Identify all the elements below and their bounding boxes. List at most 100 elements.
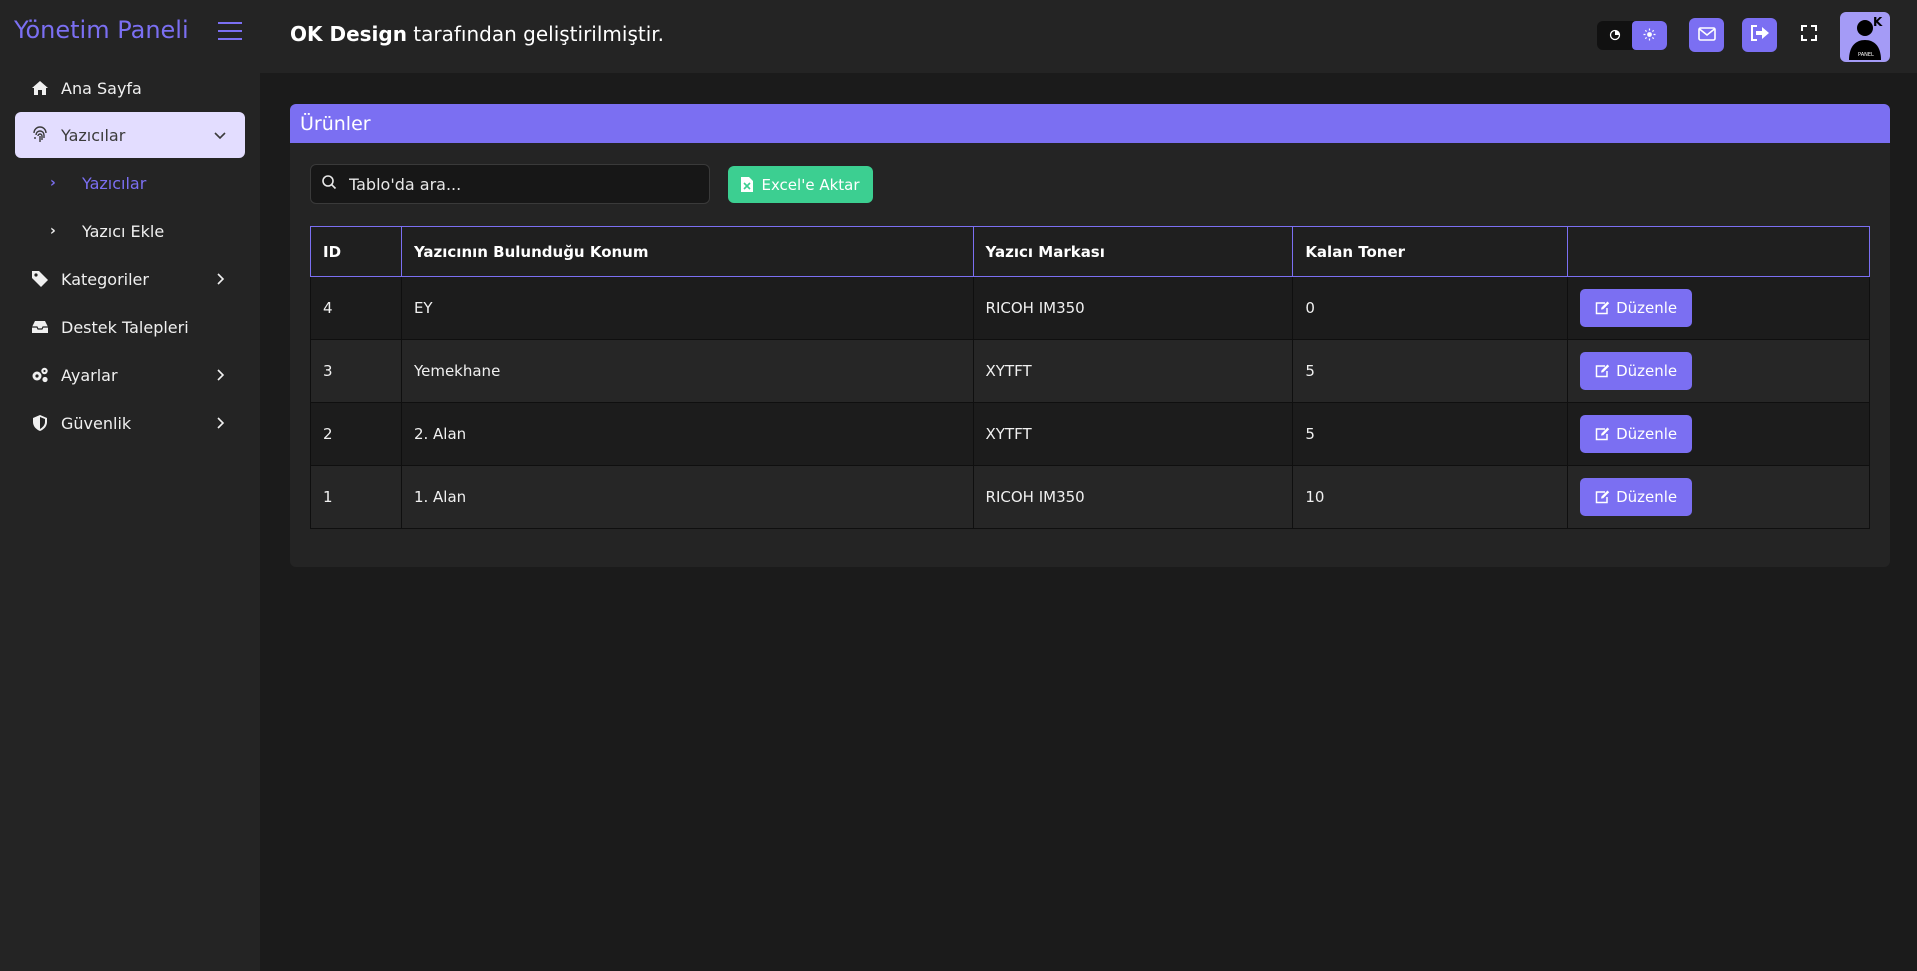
sidebar-subitem-label: Yazıcılar bbox=[82, 173, 147, 193]
edit-icon bbox=[1595, 490, 1610, 504]
cell-toner: 10 bbox=[1292, 465, 1569, 529]
cell-id: 2 bbox=[310, 402, 402, 466]
file-excel-icon bbox=[741, 177, 754, 192]
cell-brand: XYTFT bbox=[972, 402, 1294, 466]
chevron-right-icon bbox=[213, 415, 227, 429]
cell-id: 1 bbox=[310, 465, 402, 529]
edit-button[interactable]: Düzenle bbox=[1580, 415, 1693, 453]
moon-icon bbox=[1609, 26, 1621, 45]
brand-row: Yönetim Paneli bbox=[14, 12, 246, 50]
sidebar-item-label: Destek Talepleri bbox=[61, 317, 189, 337]
cell-toner: 5 bbox=[1292, 402, 1569, 466]
envelope-icon bbox=[1697, 26, 1716, 45]
chevron-down-icon bbox=[213, 127, 227, 141]
sun-icon bbox=[1643, 26, 1656, 45]
edit-button-label: Düzenle bbox=[1616, 299, 1678, 317]
cell-actions: Düzenle bbox=[1567, 465, 1870, 529]
logout-button[interactable] bbox=[1742, 18, 1777, 52]
edit-button[interactable]: Düzenle bbox=[1580, 478, 1693, 516]
table-row: 3 Yemekhane XYTFT 5 Düzenle bbox=[310, 339, 1870, 403]
sidebar-subitem-yazici-ekle[interactable]: › Yazıcı Ekle bbox=[50, 213, 240, 249]
sidebar-item-ayarlar[interactable]: Ayarlar bbox=[15, 352, 245, 398]
messages-button[interactable] bbox=[1689, 18, 1724, 52]
sidebar-item-destek-talepleri[interactable]: Destek Talepleri bbox=[15, 304, 245, 350]
sidebar-item-yazicilar[interactable]: Yazıcılar bbox=[15, 112, 245, 158]
top-header: OK Design tarafından geliştirilmiştir. K… bbox=[260, 0, 1917, 73]
edit-button-label: Düzenle bbox=[1616, 362, 1678, 380]
column-header-id[interactable]: ID bbox=[310, 226, 402, 277]
gears-icon bbox=[31, 366, 49, 384]
search-box[interactable] bbox=[310, 164, 710, 204]
products-card: Ürünler Excel'e Aktar ID Yazıcının Bulun… bbox=[290, 104, 1890, 567]
cell-location: EY bbox=[400, 276, 974, 340]
avatar[interactable]: K PANEL bbox=[1840, 12, 1890, 62]
column-header-brand[interactable]: Yazıcı Markası bbox=[972, 226, 1294, 277]
column-header-toner[interactable]: Kalan Toner bbox=[1292, 226, 1569, 277]
cell-actions: Düzenle bbox=[1567, 339, 1870, 403]
column-header-actions bbox=[1567, 226, 1870, 277]
cell-brand: RICOH IM350 bbox=[972, 465, 1294, 529]
table-row: 2 2. Alan XYTFT 5 Düzenle bbox=[310, 402, 1870, 466]
inbox-icon bbox=[31, 318, 49, 336]
table-row: 1 1. Alan RICOH IM350 10 Düzenle bbox=[310, 465, 1870, 529]
edit-icon bbox=[1595, 427, 1610, 441]
chevron-right-icon: › bbox=[50, 175, 56, 191]
chevron-right-icon bbox=[213, 367, 227, 381]
cell-id: 3 bbox=[310, 339, 402, 403]
sidebar-subitem-yazicilar[interactable]: › Yazıcılar bbox=[50, 165, 240, 201]
sidebar-item-ana-sayfa[interactable]: Ana Sayfa bbox=[15, 65, 245, 111]
edit-button[interactable]: Düzenle bbox=[1580, 352, 1693, 390]
fullscreen-button[interactable] bbox=[1796, 22, 1822, 48]
dark-mode-button[interactable] bbox=[1597, 21, 1632, 50]
header-brand: OK Design bbox=[290, 22, 407, 46]
edit-icon bbox=[1595, 364, 1610, 378]
cell-location: 1. Alan bbox=[400, 465, 974, 529]
sidebar-item-label: Ana Sayfa bbox=[61, 78, 142, 98]
edit-button-label: Düzenle bbox=[1616, 425, 1678, 443]
menu-toggle-icon[interactable] bbox=[218, 20, 242, 42]
expand-icon bbox=[1801, 25, 1817, 45]
header-credit: OK Design tarafından geliştirilmiştir. bbox=[290, 22, 664, 46]
sidebar-item-label: Güvenlik bbox=[61, 413, 132, 433]
sidebar-item-guvenlik[interactable]: Güvenlik bbox=[15, 400, 245, 446]
card-title: Ürünler bbox=[290, 104, 1890, 143]
cell-actions: Düzenle bbox=[1567, 276, 1870, 340]
sidebar: Yönetim Paneli Ana Sayfa Yazıcılar › Yaz… bbox=[0, 0, 260, 971]
column-header-location[interactable]: Yazıcının Bulunduğu Konum bbox=[400, 226, 974, 277]
brand-title: Yönetim Paneli bbox=[14, 16, 189, 44]
printers-table: ID Yazıcının Bulunduğu Konum Yazıcı Mark… bbox=[310, 226, 1870, 529]
export-excel-button[interactable]: Excel'e Aktar bbox=[728, 166, 873, 203]
sidebar-item-label: Kategoriler bbox=[61, 269, 149, 289]
sidebar-item-label: Ayarlar bbox=[61, 365, 118, 385]
shield-icon bbox=[31, 414, 49, 432]
sidebar-item-label: Yazıcılar bbox=[61, 125, 126, 145]
export-excel-label: Excel'e Aktar bbox=[761, 175, 860, 194]
sidebar-subitem-label: Yazıcı Ekle bbox=[82, 221, 165, 241]
table-row: 4 EY RICOH IM350 0 Düzenle bbox=[310, 276, 1870, 340]
edit-button[interactable]: Düzenle bbox=[1580, 289, 1693, 327]
search-input[interactable] bbox=[349, 174, 689, 194]
sign-out-icon bbox=[1750, 25, 1770, 45]
light-mode-button[interactable] bbox=[1632, 21, 1667, 50]
fingerprint-icon bbox=[31, 126, 49, 144]
theme-toggle[interactable] bbox=[1597, 21, 1667, 50]
cell-toner: 5 bbox=[1292, 339, 1569, 403]
cell-toner: 0 bbox=[1292, 276, 1569, 340]
cell-brand: XYTFT bbox=[972, 339, 1294, 403]
avatar-text: PANEL bbox=[1858, 52, 1874, 58]
tag-icon bbox=[31, 270, 49, 288]
sidebar-item-kategoriler[interactable]: Kategoriler bbox=[15, 256, 245, 302]
chevron-right-icon bbox=[213, 271, 227, 285]
table-header-row: ID Yazıcının Bulunduğu Konum Yazıcı Mark… bbox=[310, 226, 1870, 277]
cell-brand: RICOH IM350 bbox=[972, 276, 1294, 340]
header-credit-text: tarafından geliştirilmiştir. bbox=[406, 22, 665, 46]
cell-location: Yemekhane bbox=[400, 339, 974, 403]
svg-text:K: K bbox=[1873, 15, 1883, 29]
search-icon bbox=[321, 174, 337, 194]
cell-actions: Düzenle bbox=[1567, 402, 1870, 466]
edit-button-label: Düzenle bbox=[1616, 488, 1678, 506]
chevron-right-icon: › bbox=[50, 223, 56, 239]
cell-id: 4 bbox=[310, 276, 402, 340]
home-icon bbox=[31, 79, 49, 97]
edit-icon bbox=[1595, 301, 1610, 315]
